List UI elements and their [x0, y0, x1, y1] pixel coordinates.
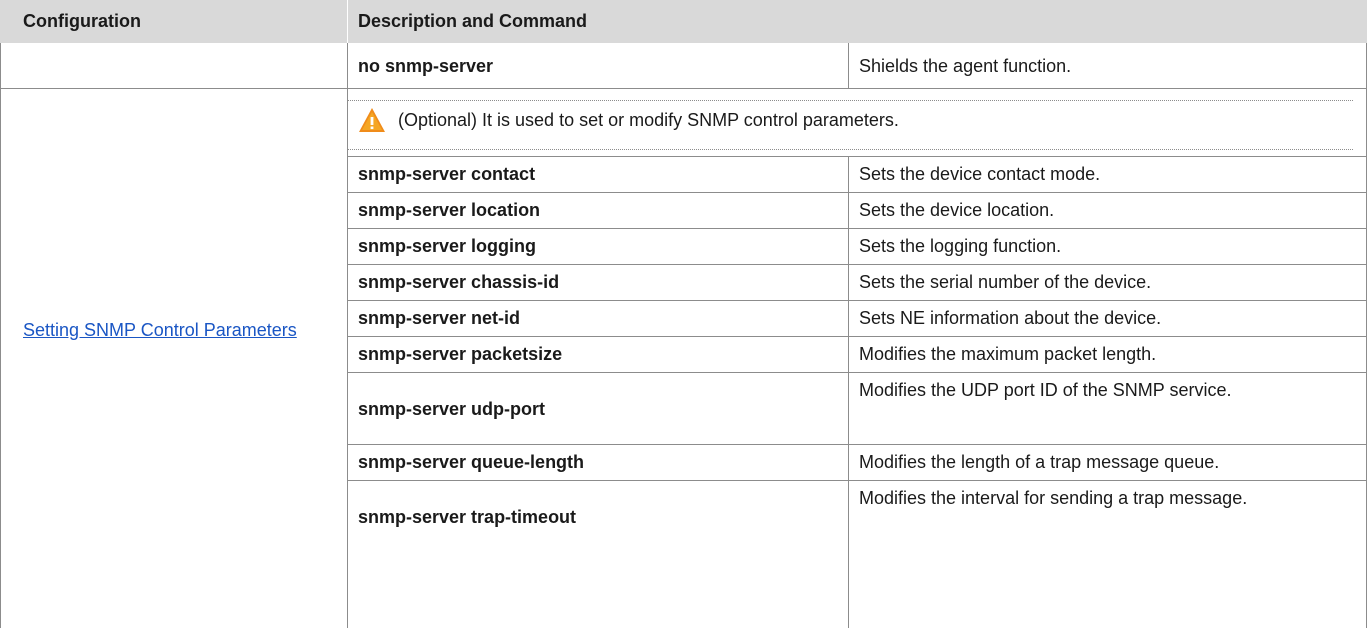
- setting-snmp-control-parameters-link[interactable]: Setting SNMP Control Parameters: [23, 306, 323, 354]
- row-divider-first: [0, 88, 1367, 89]
- column-divider-left: [0, 43, 1, 628]
- header-configuration: Configuration: [23, 11, 141, 31]
- warning-icon: [359, 108, 385, 132]
- header-description-and-command: Description and Command: [358, 11, 588, 31]
- command-no-snmp-server: no snmp-server: [358, 56, 494, 76]
- header-divider: [347, 0, 348, 43]
- command-snmp-server-logging: snmp-server logging: [358, 236, 537, 256]
- description-no-snmp-server: Shields the agent function.: [859, 56, 1072, 76]
- command-snmp-server-net-id: snmp-server net-id: [358, 308, 521, 328]
- command-snmp-server-contact: snmp-server contact: [358, 164, 536, 184]
- description-snmp-server-location: Sets the device location.: [859, 200, 1055, 220]
- command-snmp-server-queue-length: snmp-server queue-length: [358, 452, 585, 472]
- description-snmp-server-trap-timeout: Modifies the interval for sending a trap…: [859, 488, 1248, 508]
- description-snmp-server-packetsize: Modifies the maximum packet length.: [859, 344, 1157, 364]
- description-snmp-server-net-id: Sets NE information about the device.: [859, 308, 1162, 328]
- note-divider-bottom: [348, 149, 1353, 150]
- description-snmp-server-logging: Sets the logging function.: [859, 236, 1062, 256]
- column-divider-description: [848, 43, 849, 88]
- column-divider-description-lower: [848, 156, 849, 628]
- description-snmp-server-queue-length: Modifies the length of a trap message qu…: [859, 452, 1220, 472]
- optional-note-text: (Optional) It is used to set or modify S…: [398, 109, 899, 130]
- command-snmp-server-trap-timeout: snmp-server trap-timeout: [358, 507, 577, 527]
- command-snmp-server-chassis-id: snmp-server chassis-id: [358, 272, 560, 292]
- description-snmp-server-udp-port: Modifies the UDP port ID of the SNMP ser…: [859, 380, 1232, 400]
- note-divider-top: [348, 100, 1353, 101]
- table-header: Configuration Description and Command: [0, 0, 1367, 43]
- description-snmp-server-chassis-id: Sets the serial number of the device.: [859, 272, 1152, 292]
- command-snmp-server-location: snmp-server location: [358, 200, 541, 220]
- command-snmp-server-packetsize: snmp-server packetsize: [358, 344, 563, 364]
- optional-note: (Optional) It is used to set or modify S…: [358, 103, 899, 137]
- command-snmp-server-udp-port: snmp-server udp-port: [358, 399, 546, 419]
- description-snmp-server-contact: Sets the device contact mode.: [859, 164, 1101, 184]
